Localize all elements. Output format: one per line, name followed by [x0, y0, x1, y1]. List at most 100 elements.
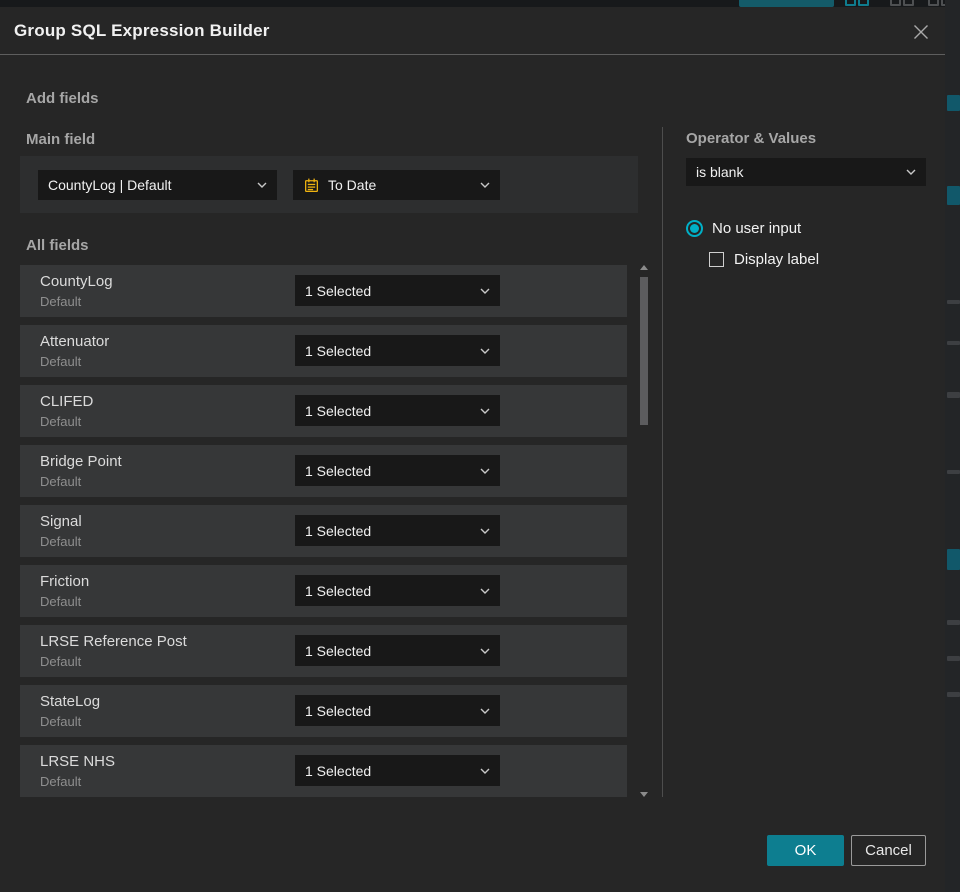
- live-view-label: Live view: [762, 0, 815, 3]
- background-fragment: [947, 95, 960, 111]
- main-attribute-dropdown[interactable]: To Date: [293, 170, 500, 200]
- ok-button[interactable]: OK: [767, 835, 844, 866]
- field-selected-value: 1 Selected: [305, 702, 372, 719]
- all-fields-label: All fields: [26, 237, 89, 254]
- field-name: CountyLog: [40, 273, 113, 290]
- field-name: LRSE NHS: [40, 753, 116, 770]
- scrollbar-thumb[interactable]: [640, 277, 648, 425]
- scroll-up-icon[interactable]: [640, 265, 648, 270]
- background-fragment: [947, 341, 960, 345]
- field-subtitle: Default: [40, 774, 82, 789]
- background-app-right-strip: [945, 0, 960, 892]
- chevron-down-icon: [906, 169, 916, 175]
- field-selected-dropdown[interactable]: 1 Selected: [295, 575, 500, 606]
- toolbar-icon[interactable]: [845, 0, 856, 6]
- field-subtitle: Default: [40, 534, 82, 549]
- operator-values-heading: Operator & Values: [686, 130, 817, 147]
- field-selected-value: 1 Selected: [305, 402, 372, 419]
- field-selected-value: 1 Selected: [305, 342, 372, 359]
- field-row: CountyLog Default 1 Selected: [20, 265, 627, 317]
- field-selected-dropdown[interactable]: 1 Selected: [295, 635, 500, 666]
- chevron-down-icon: [480, 588, 490, 594]
- chevron-down-icon: [480, 182, 490, 188]
- operator-dropdown[interactable]: is blank: [686, 158, 926, 186]
- chevron-down-icon: [480, 348, 490, 354]
- background-fragment: [947, 300, 960, 304]
- background-fragment: [947, 186, 960, 205]
- field-subtitle: Default: [40, 414, 82, 429]
- chevron-down-icon: [480, 708, 490, 714]
- toolbar-icon[interactable]: [890, 0, 901, 6]
- all-fields-list: CountyLog Default 1 Selected Attenuator Defa…: [20, 265, 627, 805]
- operator-dropdown-value: is blank: [696, 164, 744, 180]
- field-name: Bridge Point: [40, 453, 122, 470]
- main-field-dropdown[interactable]: CountyLog | Default: [38, 170, 277, 200]
- field-row: LRSE Reference Post Default 1 Selected: [20, 625, 627, 677]
- chevron-down-icon: [480, 408, 490, 414]
- field-name: Signal: [40, 513, 82, 530]
- field-row: StateLog Default 1 Selected: [20, 685, 627, 737]
- toolbar-icon[interactable]: [928, 0, 939, 6]
- field-row: Bridge Point Default 1 Selected: [20, 445, 627, 497]
- scrollbar: [639, 263, 649, 799]
- field-selected-value: 1 Selected: [305, 522, 372, 539]
- field-selected-dropdown[interactable]: 1 Selected: [295, 515, 500, 546]
- toolbar-icon[interactable]: [858, 0, 869, 6]
- main-field-dropdown-value: CountyLog | Default: [48, 177, 172, 193]
- cancel-button[interactable]: Cancel: [851, 835, 926, 866]
- field-selected-dropdown[interactable]: 1 Selected: [295, 695, 500, 726]
- main-field-label: Main field: [26, 131, 96, 148]
- display-label-checkbox[interactable]: Display label: [709, 251, 819, 268]
- radio-icon: [686, 220, 703, 237]
- background-fragment: [947, 620, 960, 625]
- field-selected-value: 1 Selected: [305, 462, 372, 479]
- background-fragment: [947, 692, 960, 697]
- toolbar-icon[interactable]: [903, 0, 914, 6]
- field-selected-dropdown[interactable]: 1 Selected: [295, 755, 500, 786]
- chevron-down-icon: [480, 528, 490, 534]
- group-sql-expression-builder-dialog: Group SQL Expression Builder Add fields …: [0, 7, 945, 892]
- chevron-down-icon: [480, 468, 490, 474]
- field-name: Attenuator: [40, 333, 110, 350]
- field-subtitle: Default: [40, 294, 82, 309]
- screen: Live view Group SQL Expression Builder A…: [0, 0, 960, 892]
- field-selected-value: 1 Selected: [305, 642, 372, 659]
- field-row: Attenuator Default 1 Selected: [20, 325, 627, 377]
- field-name: StateLog: [40, 693, 101, 710]
- no-user-input-label: No user input: [712, 220, 802, 237]
- main-attribute-dropdown-value: To Date: [328, 177, 377, 193]
- calendar-icon: [303, 177, 320, 194]
- field-selected-value: 1 Selected: [305, 282, 372, 299]
- background-app-top-strip: Live view: [0, 0, 960, 7]
- vertical-divider: [662, 127, 663, 797]
- field-name: LRSE Reference Post: [40, 633, 187, 650]
- field-row: Signal Default 1 Selected: [20, 505, 627, 557]
- live-view-button[interactable]: Live view: [739, 0, 834, 7]
- background-fragment: [947, 392, 960, 398]
- field-subtitle: Default: [40, 594, 82, 609]
- field-selected-dropdown[interactable]: 1 Selected: [295, 455, 500, 486]
- field-subtitle: Default: [40, 474, 82, 489]
- field-row: Friction Default 1 Selected: [20, 565, 627, 617]
- checkbox-icon: [709, 252, 724, 267]
- dialog-title: Group SQL Expression Builder: [14, 20, 270, 40]
- main-field-panel: CountyLog | Default To Date: [20, 156, 638, 213]
- field-subtitle: Default: [40, 654, 82, 669]
- field-selected-dropdown[interactable]: 1 Selected: [295, 335, 500, 366]
- scroll-down-icon[interactable]: [640, 792, 648, 797]
- background-fragment: [947, 549, 960, 570]
- background-fragment: [947, 470, 960, 474]
- dialog-header: Group SQL Expression Builder: [0, 7, 945, 55]
- field-selected-dropdown[interactable]: 1 Selected: [295, 395, 500, 426]
- no-user-input-radio[interactable]: No user input: [686, 220, 801, 237]
- field-row: CLIFED Default 1 Selected: [20, 385, 627, 437]
- close-icon[interactable]: [909, 20, 933, 44]
- display-label-label: Display label: [734, 251, 820, 268]
- chevron-down-icon: [257, 182, 267, 188]
- field-selected-value: 1 Selected: [305, 582, 372, 599]
- field-name: Friction: [40, 573, 90, 590]
- add-fields-heading: Add fields: [26, 90, 99, 107]
- field-row: LRSE NHS Default 1 Selected: [20, 745, 627, 797]
- chevron-down-icon: [480, 648, 490, 654]
- field-selected-dropdown[interactable]: 1 Selected: [295, 275, 500, 306]
